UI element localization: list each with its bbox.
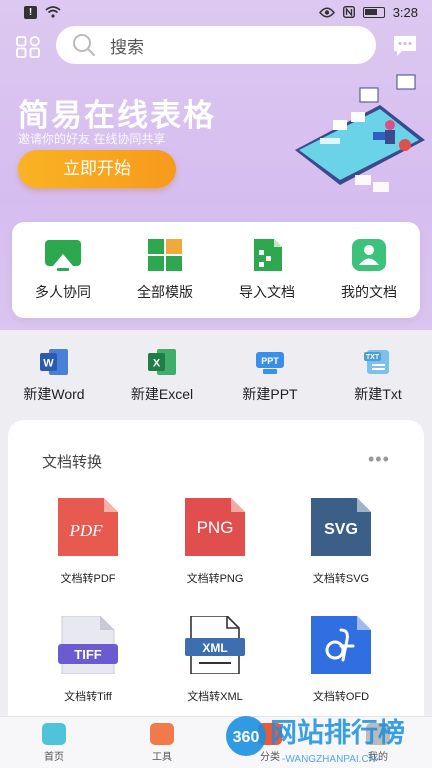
new-word-button[interactable]: W 新建Word [0,348,108,408]
new-ppt-label: 新建PPT [242,386,298,402]
templates-icon [148,239,182,271]
ofd-file-icon [311,616,371,674]
quick-action-my-docs[interactable]: 我的文档 [319,238,419,302]
new-excel-label: 新建Excel [130,386,194,402]
tab-tools[interactable]: 工具 [132,723,192,763]
battery-icon [362,6,385,18]
svg-text:PPT: PPT [261,356,279,366]
hero-title: 简易在线表格 [18,98,216,133]
new-word-label: 新建Word [23,386,85,402]
convert-ofd-item[interactable]: 文档转OFD [286,616,396,704]
message-icon[interactable] [392,34,418,58]
quick-action-templates[interactable]: 全部模版 [115,238,215,302]
quick-action-import[interactable]: 导入文档 [217,238,317,302]
search-placeholder: 搜索 [110,37,144,57]
tools-icon [150,723,174,745]
watermark-text: 网站排行榜 [270,717,405,749]
tab-home[interactable]: 首页 [24,723,84,763]
tab-label: 工具 [152,752,172,763]
new-ppt-button[interactable]: PPT 新建PPT [216,348,324,408]
watermark-url: -WANGZHANPAI.CN- [282,754,379,765]
status-bar: ! 3:28 [0,0,432,24]
svg-text:X: X [153,358,161,370]
alert-icon: ! [24,5,37,19]
new-txt-label: 新建Txt [354,386,402,402]
hero-subtitle: 邀请你的好友 在线协同共享 [18,132,166,146]
svg-file-icon: SVG [311,498,371,556]
tiff-badge: TIFF [74,647,101,662]
png-file-icon: PNG [185,498,245,556]
status-time: 3:28 [392,4,418,20]
quick-action-label: 导入文档 [239,284,295,300]
eye-icon [318,7,335,17]
convert-label: 文档转PDF [60,573,116,585]
svg-text:TXT: TXT [366,354,380,361]
convert-svg-item[interactable]: SVG 文档转SVG [286,498,396,586]
watermark-number: 360 [233,729,260,746]
start-button[interactable]: 立即开始 [18,150,176,188]
png-badge: PNG [197,518,234,537]
pdf-file-icon: PDF [58,498,118,556]
convert-label: 文档转SVG [312,573,370,585]
wifi-icon [45,6,61,18]
apps-grid-icon[interactable] [16,36,40,58]
xml-badge: XML [202,641,227,655]
txt-icon: TXT [364,350,389,374]
new-document-row: W 新建Word X 新建Excel PPT 新建PPT TXT 新建Txt [0,348,432,408]
convert-tiff-item[interactable]: TIFF 文档转Tiff [33,616,143,704]
convert-pdf-item[interactable]: PDF 文档转PDF [33,498,143,586]
convert-label: 文档转PNG [186,573,244,585]
document-conversion-card: 文档转换 ••• PDF 文档转PDF PNG 文档转PNG SVG 文档转SV… [8,420,424,740]
import-doc-icon [254,239,282,271]
svg-text:W: W [43,358,54,370]
convert-label: 文档转XML [187,691,243,703]
quick-action-collaboration[interactable]: 多人协同 [13,238,113,302]
search-icon [73,34,96,57]
svg-badge: SVG [324,521,358,538]
quick-action-label: 全部模版 [137,284,193,300]
convert-label: 文档转Tiff [64,691,112,703]
word-icon: W [40,349,68,375]
convert-xml-item[interactable]: XML 文档转XML [160,616,270,704]
nfc-icon [342,6,355,18]
collaboration-icon [45,240,81,271]
quick-action-label: 我的文档 [341,284,397,300]
pdf-badge: PDF [68,521,103,540]
section-title: 文档转换 [42,454,103,471]
convert-png-item[interactable]: PNG 文档转PNG [160,498,270,586]
my-docs-icon [352,239,386,271]
quick-actions-card: 多人协同 全部模版 导入文档 我的文档 [12,222,420,318]
new-excel-button[interactable]: X 新建Excel [108,348,216,408]
hero-illustration [295,74,425,192]
home-icon [42,723,66,745]
convert-label: 文档转OFD [312,691,370,703]
xml-file-icon: XML [185,616,245,674]
top-bar: 搜索 [0,26,432,66]
watermark-logo: 360 网站排行榜 -WANGZHANPAI.CN- [226,716,405,765]
more-options-icon[interactable]: ••• [368,449,390,470]
search-input[interactable]: 搜索 [56,26,376,64]
tab-label: 首页 [44,752,64,763]
new-txt-button[interactable]: TXT 新建Txt [324,348,432,408]
excel-icon: X [148,349,176,375]
tiff-file-icon: TIFF [58,616,118,674]
ppt-icon: PPT [256,352,284,374]
quick-action-label: 多人协同 [35,284,91,300]
